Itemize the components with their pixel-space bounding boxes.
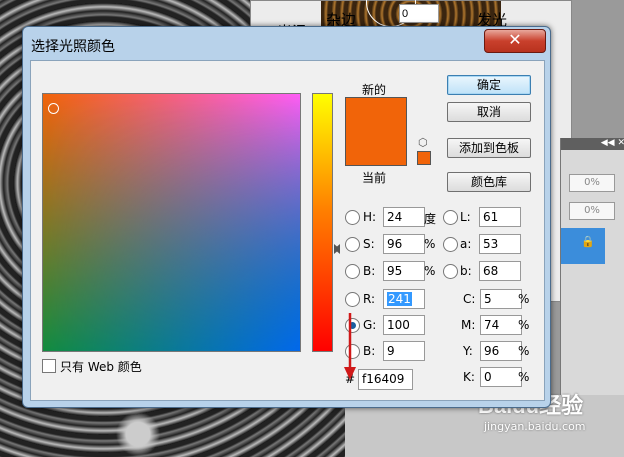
color-swatch (345, 97, 407, 166)
fill-field[interactable]: 0% (569, 202, 615, 220)
cancel-button[interactable]: 取消 (447, 102, 531, 122)
l-field[interactable]: 61 (479, 207, 521, 227)
lab-b-label: b: (460, 264, 472, 278)
bri-label: B: (363, 264, 376, 278)
a-label: a: (460, 237, 472, 251)
dialog-title: 选择光照颜色 (31, 39, 115, 55)
r-label: R: (363, 292, 376, 306)
web-safe-swatch[interactable] (417, 151, 431, 165)
k-field[interactable]: 0 (480, 367, 522, 387)
g-label: G: (363, 318, 377, 332)
radio-lab-b[interactable] (443, 264, 458, 279)
color-libraries-button[interactable]: 颜色库 (447, 172, 531, 192)
hex-field[interactable]: f16409 (358, 369, 413, 390)
layers-panel: ◀◀ ✕ 0% 0% 🔒 (560, 138, 624, 428)
h-label: H: (363, 210, 377, 224)
c-label: C: (463, 292, 476, 306)
l-label: L: (460, 210, 471, 224)
radio-l[interactable] (443, 210, 458, 225)
watermark-url: jingyan.baidu.com (484, 420, 586, 433)
y-label: Y: (463, 344, 473, 358)
color-field-shade (43, 94, 300, 351)
ok-button[interactable]: 确定 (447, 75, 531, 95)
lab-b-field[interactable]: 68 (479, 261, 521, 281)
g-field[interactable]: 100 (383, 315, 425, 335)
opacity-field[interactable]: 0% (569, 174, 615, 192)
s-field[interactable]: 96 (383, 234, 425, 254)
color-picker-dialog: 选择光照颜色 ✕ 新的 当前 ⬡ 确定 取消 添加到色板 颜色库 H: 24 度… (22, 26, 551, 408)
s-label: S: (363, 237, 375, 251)
radio-s[interactable] (345, 237, 360, 252)
k-label: K: (463, 370, 475, 384)
color-field[interactable] (42, 93, 301, 352)
y-unit: % (518, 344, 530, 358)
web-only-checkbox[interactable] (42, 359, 56, 373)
new-color-label: 新的 (362, 83, 387, 97)
a-field[interactable]: 53 (479, 234, 521, 254)
rgb-b-label: B: (363, 344, 376, 358)
slider-handle-right[interactable] (334, 244, 340, 254)
m-unit: % (518, 318, 530, 332)
red-arrow-annotation (344, 313, 356, 380)
radio-r[interactable] (345, 292, 360, 307)
radio-a[interactable] (443, 237, 458, 252)
dialog-client: 新的 当前 ⬡ 确定 取消 添加到色板 颜色库 H: 24 度 S: 96 % … (30, 60, 545, 401)
cube-icon[interactable]: ⬡ (418, 136, 428, 149)
c-unit: % (518, 292, 530, 306)
s-unit: % (424, 237, 436, 251)
y-field[interactable]: 96 (480, 341, 522, 361)
bri-field[interactable]: 95 (383, 261, 425, 281)
radio-bri[interactable] (345, 264, 360, 279)
hue-slider[interactable] (312, 93, 333, 352)
web-only-label: 只有 Web 颜色 (60, 360, 142, 374)
r-field-selection: 241 (387, 292, 412, 306)
c-field[interactable]: 5 (480, 289, 522, 309)
color-field-marker[interactable] (48, 103, 59, 114)
h-field[interactable]: 24 (383, 207, 425, 227)
radio-h[interactable] (345, 210, 360, 225)
m-field[interactable]: 74 (480, 315, 522, 335)
k-unit: % (518, 370, 530, 384)
rgb-b-field[interactable]: 9 (383, 341, 425, 361)
r-field[interactable]: 241 (383, 289, 425, 309)
m-label: M: (461, 318, 476, 332)
lock-icon: 🔒 (581, 235, 595, 248)
current-color-label: 当前 (362, 171, 387, 185)
noise-input[interactable] (399, 4, 439, 23)
layers-toolbar[interactable]: ◀◀ ✕ (561, 138, 624, 150)
add-to-swatches-button[interactable]: 添加到色板 (447, 138, 531, 158)
h-unit: 度 (424, 212, 437, 226)
bri-unit: % (424, 264, 436, 278)
close-button[interactable]: ✕ (484, 29, 546, 53)
